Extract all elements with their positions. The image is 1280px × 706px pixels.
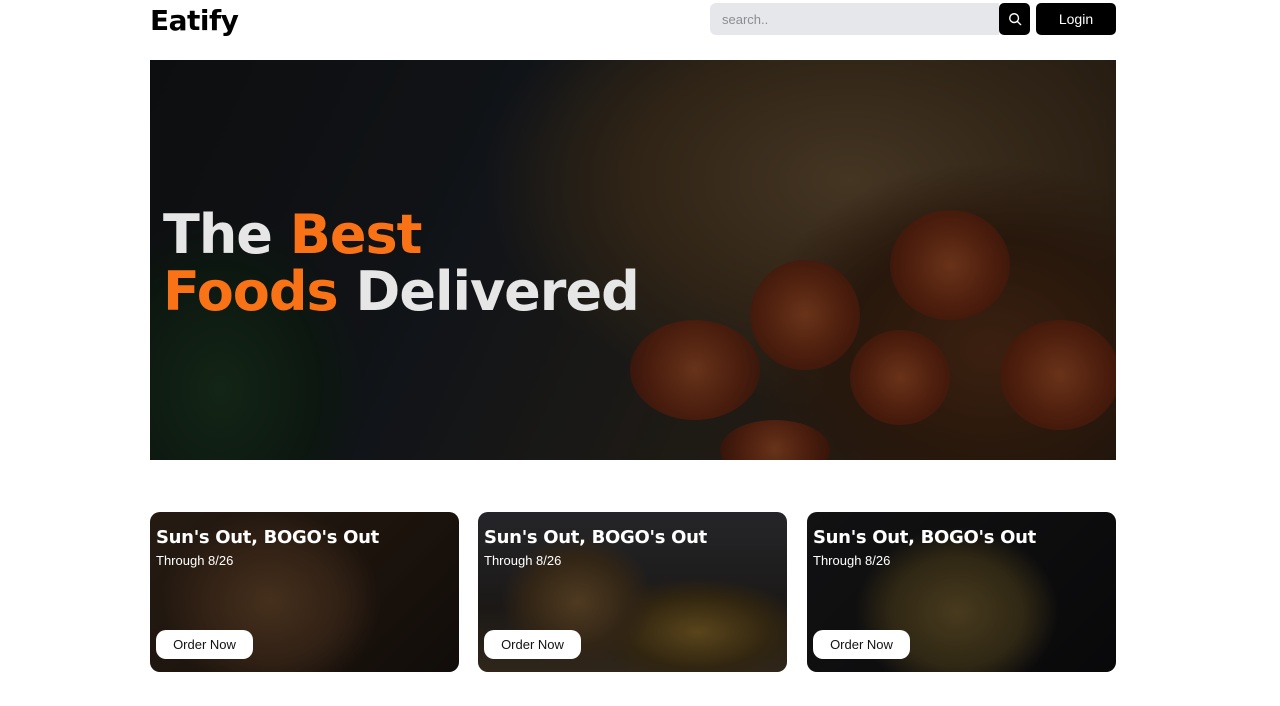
- promo-title: Sun's Out, BOGO's Out: [484, 527, 707, 548]
- site-header: Eatify Login: [150, 0, 1116, 44]
- order-now-button[interactable]: Order Now: [484, 630, 581, 659]
- hero-word-delivered: Delivered: [355, 260, 640, 323]
- hero-headline: The Best Foods Delivered: [163, 203, 640, 323]
- hero-word-foods: Foods: [163, 260, 339, 323]
- search-icon: [1008, 13, 1021, 26]
- site-logo[interactable]: Eatify: [150, 4, 239, 37]
- search-bar: [710, 3, 1030, 35]
- promo-card: Sun's Out, BOGO's Out Through 8/26 Order…: [478, 512, 787, 672]
- hero-banner: The Best Foods Delivered: [150, 60, 1116, 460]
- promo-title: Sun's Out, BOGO's Out: [156, 527, 379, 548]
- promo-cards: Sun's Out, BOGO's Out Through 8/26 Order…: [150, 512, 1116, 672]
- promo-card: Sun's Out, BOGO's Out Through 8/26 Order…: [807, 512, 1116, 672]
- order-now-button[interactable]: Order Now: [156, 630, 253, 659]
- login-button[interactable]: Login: [1036, 3, 1116, 35]
- promo-title: Sun's Out, BOGO's Out: [813, 527, 1036, 548]
- search-button[interactable]: [999, 3, 1030, 35]
- promo-subtitle: Through 8/26: [813, 553, 891, 568]
- hero-word-best: Best: [289, 203, 423, 266]
- promo-subtitle: Through 8/26: [484, 553, 562, 568]
- promo-card: Sun's Out, BOGO's Out Through 8/26 Order…: [150, 512, 459, 672]
- search-input[interactable]: [710, 3, 999, 35]
- order-now-button[interactable]: Order Now: [813, 630, 910, 659]
- promo-subtitle: Through 8/26: [156, 553, 234, 568]
- hero-word-the: The: [163, 203, 273, 266]
